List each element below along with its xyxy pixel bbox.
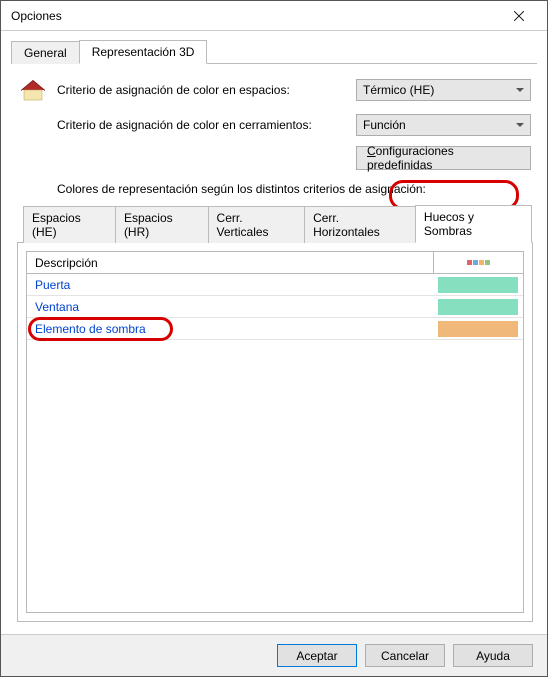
tab-panel: Criterio de asignación de color en espac… bbox=[1, 64, 547, 242]
chevron-down-icon bbox=[516, 88, 524, 92]
ok-button[interactable]: Aceptar bbox=[277, 644, 357, 667]
criteria-spaces-row: Criterio de asignación de color en espac… bbox=[17, 76, 531, 104]
main-tabs: General Representación 3D bbox=[11, 39, 537, 64]
section-colors-label: Colores de representación según los dist… bbox=[57, 182, 531, 196]
grid-header-description: Descripción bbox=[27, 256, 433, 270]
grid-header-color bbox=[433, 252, 523, 273]
criteria-closures-row: Criterio de asignación de color en cerra… bbox=[17, 114, 531, 136]
criteria-spaces-dropdown[interactable]: Térmico (HE) bbox=[356, 79, 531, 101]
color-grid-icon bbox=[467, 260, 490, 265]
color-grid: Descripción Puerta Ventana Elemento de s… bbox=[26, 251, 524, 613]
titlebar: Opciones bbox=[1, 1, 547, 31]
house-icon bbox=[17, 76, 49, 104]
subtab-huecos-sombras[interactable]: Huecos y Sombras bbox=[415, 205, 532, 243]
window-title: Opciones bbox=[11, 9, 62, 23]
grid-cell-color[interactable] bbox=[433, 299, 523, 315]
tab-general[interactable]: General bbox=[11, 41, 80, 64]
subtab-espacios-hr[interactable]: Espacios (HR) bbox=[115, 206, 209, 243]
grid-row: Puerta bbox=[27, 274, 523, 296]
grid-header: Descripción bbox=[27, 252, 523, 274]
subtab-cerr-horizontales[interactable]: Cerr. Horizontales bbox=[304, 206, 416, 243]
subtab-cerr-verticales[interactable]: Cerr. Verticales bbox=[208, 206, 306, 243]
criteria-closures-label: Criterio de asignación de color en cerra… bbox=[57, 118, 356, 132]
criteria-closures-value: Función bbox=[363, 118, 406, 132]
grid-row: Ventana bbox=[27, 296, 523, 318]
close-button[interactable] bbox=[499, 2, 539, 30]
tab-representacion-3d[interactable]: Representación 3D bbox=[79, 40, 208, 64]
preset-row: Configuraciones predefinidas bbox=[17, 146, 531, 170]
help-button[interactable]: Ayuda bbox=[453, 644, 533, 667]
grid-cell-description[interactable]: Ventana bbox=[27, 300, 433, 314]
preset-configurations-button[interactable]: Configuraciones predefinidas bbox=[356, 146, 531, 170]
subtab-espacios-he[interactable]: Espacios (HE) bbox=[23, 206, 116, 243]
close-icon bbox=[514, 11, 524, 21]
grid-cell-description[interactable]: Elemento de sombra bbox=[27, 322, 433, 336]
grid-cell-color[interactable] bbox=[433, 321, 523, 337]
chevron-down-icon bbox=[516, 123, 524, 127]
cancel-button[interactable]: Cancelar bbox=[365, 644, 445, 667]
color-table-container: Descripción Puerta Ventana Elemento de s… bbox=[17, 242, 533, 622]
grid-cell-description[interactable]: Puerta bbox=[27, 278, 433, 292]
criteria-closures-dropdown[interactable]: Función bbox=[356, 114, 531, 136]
grid-row: Elemento de sombra bbox=[27, 318, 523, 340]
criteria-spaces-label: Criterio de asignación de color en espac… bbox=[57, 83, 356, 97]
criteria-spaces-value: Térmico (HE) bbox=[363, 83, 434, 97]
preset-configurations-label: Configuraciones predefinidas bbox=[367, 144, 512, 172]
color-sub-tabs: Espacios (HE) Espacios (HR) Cerr. Vertic… bbox=[23, 204, 531, 242]
grid-cell-color[interactable] bbox=[433, 277, 523, 293]
dialog-footer: Aceptar Cancelar Ayuda bbox=[1, 634, 547, 676]
